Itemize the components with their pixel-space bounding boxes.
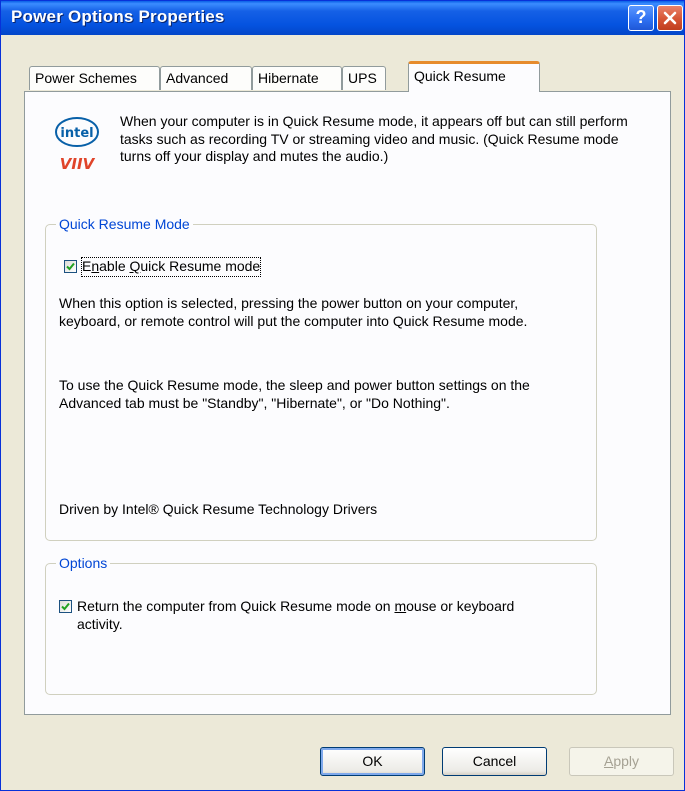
viiv-logo-text: VIIV	[60, 155, 96, 173]
driver-info-text: Driven by Intel® Quick Resume Technology…	[59, 501, 378, 517]
tab-quick-resume[interactable]: Quick Resume	[408, 61, 540, 92]
quick-resume-mode-group: Quick Resume Mode Enable Quick Resume mo…	[45, 215, 597, 541]
power-options-window: Power Options Properties ? intel VIIV Wh…	[0, 0, 685, 791]
checkmark-icon	[61, 602, 70, 611]
options-group: Options Return the computer from Quick R…	[45, 554, 597, 695]
enable-quick-resume-row[interactable]: Enable Quick Resume mode	[64, 257, 262, 277]
tab-panel-quick-resume: intel VIIV When your computer is in Quic…	[24, 91, 671, 715]
tab-advanced[interactable]: Advanced	[160, 66, 252, 90]
return-on-activity-row[interactable]: Return the computer from Quick Resume mo…	[59, 598, 539, 633]
group-title-quick-resume-mode: Quick Resume Mode	[56, 215, 193, 233]
intel-logo-text: intel	[60, 126, 93, 141]
window-title: Power Options Properties	[11, 7, 225, 26]
return-on-activity-checkbox[interactable]	[59, 600, 72, 613]
enable-quick-resume-label[interactable]: Enable Quick Resume mode	[80, 257, 262, 277]
quick-resume-description: When this option is selected, pressing t…	[59, 295, 528, 329]
apply-button[interactable]: Apply	[569, 747, 674, 776]
intro-text: When your computer is in Quick Resume mo…	[120, 113, 628, 164]
intel-viiv-icon: intel VIIV	[55, 117, 99, 173]
close-icon	[663, 11, 677, 25]
ok-button[interactable]: OK	[320, 747, 425, 776]
cancel-button[interactable]: Cancel	[442, 747, 547, 776]
intel-viiv-logo: intel VIIV	[53, 112, 101, 178]
tab-hibernate[interactable]: Hibernate	[252, 66, 342, 90]
return-on-activity-label[interactable]: Return the computer from Quick Resume mo…	[77, 598, 539, 633]
checkmark-icon	[66, 262, 75, 271]
quick-resume-requirements: To use the Quick Resume mode, the sleep …	[59, 377, 530, 411]
tab-power-schemes[interactable]: Power Schemes	[29, 66, 160, 90]
close-button[interactable]	[657, 5, 683, 31]
tab-ups[interactable]: UPS	[342, 66, 386, 90]
group-title-options: Options	[56, 554, 111, 572]
title-bar[interactable]: Power Options Properties ?	[1, 1, 684, 35]
help-button[interactable]: ?	[628, 5, 654, 31]
enable-quick-resume-checkbox[interactable]	[64, 260, 77, 273]
